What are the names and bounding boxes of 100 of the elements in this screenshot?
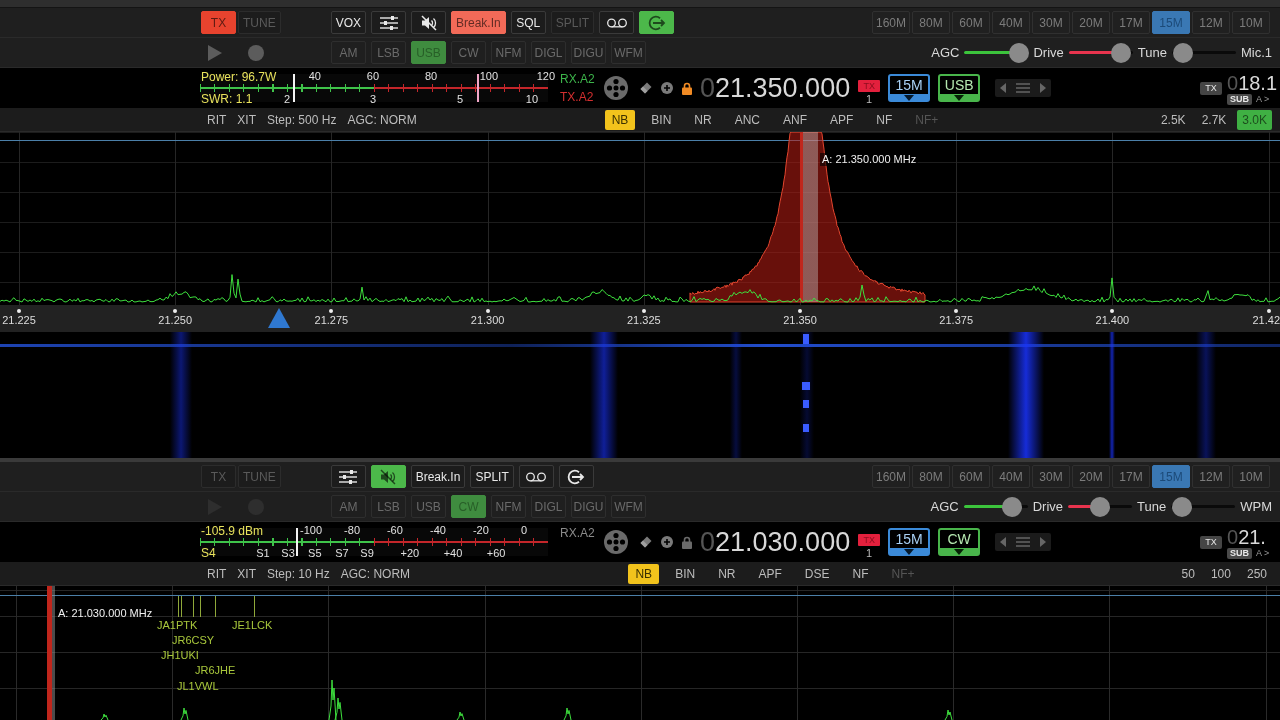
sub-button[interactable]: SUB: [1227, 93, 1252, 105]
band-button[interactable]: 160M: [872, 465, 910, 488]
mode-button[interactable]: DIGL: [531, 41, 566, 64]
mode-button[interactable]: USB: [411, 495, 446, 518]
tuning-control[interactable]: XIT: [237, 112, 256, 127]
mode-button[interactable]: LSB: [371, 41, 406, 64]
swap-button[interactable]: A >: [1256, 547, 1270, 559]
callsign-label[interactable]: JE1LCK: [232, 619, 273, 632]
band-button[interactable]: 40M: [992, 11, 1030, 34]
filter-button[interactable]: 3.0K: [1237, 109, 1272, 130]
caret-right-icon[interactable]: [1040, 537, 1047, 547]
mode-button[interactable]: LSB: [371, 495, 406, 518]
dsp-button[interactable]: NR: [711, 563, 743, 584]
mode-dropdown[interactable]: CW: [938, 528, 981, 556]
dsp-button[interactable]: NR: [687, 109, 719, 130]
dsp-button[interactable]: NB: [628, 563, 660, 584]
mode-button[interactable]: WFM: [611, 495, 646, 518]
band-button[interactable]: 20M: [1072, 465, 1110, 488]
slider-track[interactable]: [1068, 496, 1133, 517]
tuning-control[interactable]: Step: 500 Hz: [267, 112, 337, 127]
filter-button[interactable]: 2.5K: [1155, 109, 1191, 130]
dsp-button[interactable]: APF: [823, 109, 861, 130]
band-button[interactable]: 15M: [1152, 11, 1190, 34]
band-button[interactable]: 30M: [1032, 465, 1070, 488]
band-button[interactable]: 40M: [992, 465, 1030, 488]
dsp-button[interactable]: ANC: [727, 109, 767, 130]
tape-button[interactable]: [518, 465, 554, 488]
band-button[interactable]: 12M: [1192, 465, 1230, 488]
callsign-label[interactable]: JA1PTK: [157, 619, 198, 632]
band-button[interactable]: 10M: [1232, 465, 1270, 488]
band-button[interactable]: 160M: [872, 11, 910, 34]
band-button[interactable]: 60M: [952, 465, 990, 488]
caret-left-icon[interactable]: [1000, 537, 1007, 547]
reel-icon[interactable]: [604, 76, 628, 100]
plus-icon[interactable]: [661, 536, 673, 548]
circle-arrow-button[interactable]: [639, 11, 675, 34]
lock-icon[interactable]: [682, 81, 692, 95]
circle-arrow-button[interactable]: [558, 465, 594, 488]
slider-track[interactable]: [1171, 496, 1236, 517]
slider-thumb[interactable]: [1001, 496, 1022, 517]
caret-left-icon[interactable]: [1000, 83, 1007, 93]
record-icon[interactable]: [248, 44, 264, 61]
band-button[interactable]: 17M: [1112, 11, 1150, 34]
callsign-label[interactable]: JR6CSY: [172, 634, 215, 647]
dsp-button[interactable]: BIN: [668, 563, 703, 584]
filter-button[interactable]: 2.7K: [1196, 109, 1232, 130]
dsp-button[interactable]: BIN: [644, 109, 679, 130]
mode-button[interactable]: WFM: [611, 41, 646, 64]
reel-icon[interactable]: [604, 530, 628, 554]
band-button[interactable]: 30M: [1032, 11, 1070, 34]
callsign-label[interactable]: JH1UKI: [161, 649, 199, 662]
band-button[interactable]: 15M: [1152, 465, 1190, 488]
toggle-button[interactable]: SPLIT: [470, 465, 514, 488]
mode-button[interactable]: DIGU: [571, 41, 606, 64]
plus-icon[interactable]: [661, 82, 673, 94]
swap-button[interactable]: A >: [1256, 93, 1270, 105]
toggle-button[interactable]: VOX: [330, 11, 366, 34]
triangle-marker-icon[interactable]: [268, 308, 290, 328]
toggle-button[interactable]: Break.In: [451, 11, 506, 34]
slider-track[interactable]: [964, 42, 1029, 63]
play-icon[interactable]: [208, 44, 222, 61]
tuning-control[interactable]: AGC: NORM: [340, 566, 411, 581]
lock-icon[interactable]: [682, 535, 692, 549]
band-button[interactable]: 12M: [1192, 11, 1230, 34]
dsp-button[interactable]: APF: [751, 563, 789, 584]
toggle-button[interactable]: TX: [201, 11, 236, 34]
band-button[interactable]: 60M: [952, 11, 990, 34]
mute-button[interactable]: [411, 11, 446, 34]
tuning-control[interactable]: XIT: [237, 566, 256, 581]
tuning-control[interactable]: AGC: NORM: [347, 112, 417, 127]
slider-thumb[interactable]: [1090, 496, 1111, 517]
tuning-control[interactable]: RIT: [207, 112, 227, 127]
mode-button[interactable]: NFM: [491, 41, 526, 64]
dsp-button[interactable]: DSE: [797, 563, 837, 584]
slider-track[interactable]: [963, 496, 1028, 517]
caret-right-icon[interactable]: [1040, 83, 1047, 93]
toggle-button[interactable]: SQL: [510, 11, 546, 34]
band-button[interactable]: 10M: [1232, 11, 1270, 34]
callsign-label[interactable]: JL1VWL: [177, 680, 219, 693]
slider-thumb[interactable]: [1111, 42, 1132, 63]
dsp-button[interactable]: NB: [604, 109, 636, 130]
tuning-control[interactable]: Step: 10 Hz: [267, 566, 330, 581]
band-button[interactable]: 80M: [912, 465, 950, 488]
mode-button[interactable]: CW: [451, 41, 486, 64]
mode-button[interactable]: DIGU: [571, 495, 606, 518]
slider-thumb[interactable]: [1172, 42, 1193, 63]
filter-button[interactable]: 250: [1241, 563, 1272, 584]
filter-button[interactable]: 50: [1176, 563, 1200, 584]
slider-track[interactable]: [1171, 42, 1236, 63]
eraser-icon[interactable]: [640, 82, 652, 94]
equalizer-button[interactable]: [330, 465, 366, 488]
mute-button[interactable]: [370, 465, 406, 488]
dsp-button[interactable]: ANF: [776, 109, 814, 130]
toggle-button[interactable]: Break.In: [410, 465, 466, 488]
mode-button[interactable]: DIGL: [531, 495, 566, 518]
callsign-label[interactable]: JR6JHE: [195, 664, 236, 677]
mode-button[interactable]: AM: [331, 41, 366, 64]
slider-thumb[interactable]: [1172, 496, 1193, 517]
sub-button[interactable]: SUB: [1227, 547, 1252, 559]
band-dropdown[interactable]: 15M: [888, 528, 931, 556]
